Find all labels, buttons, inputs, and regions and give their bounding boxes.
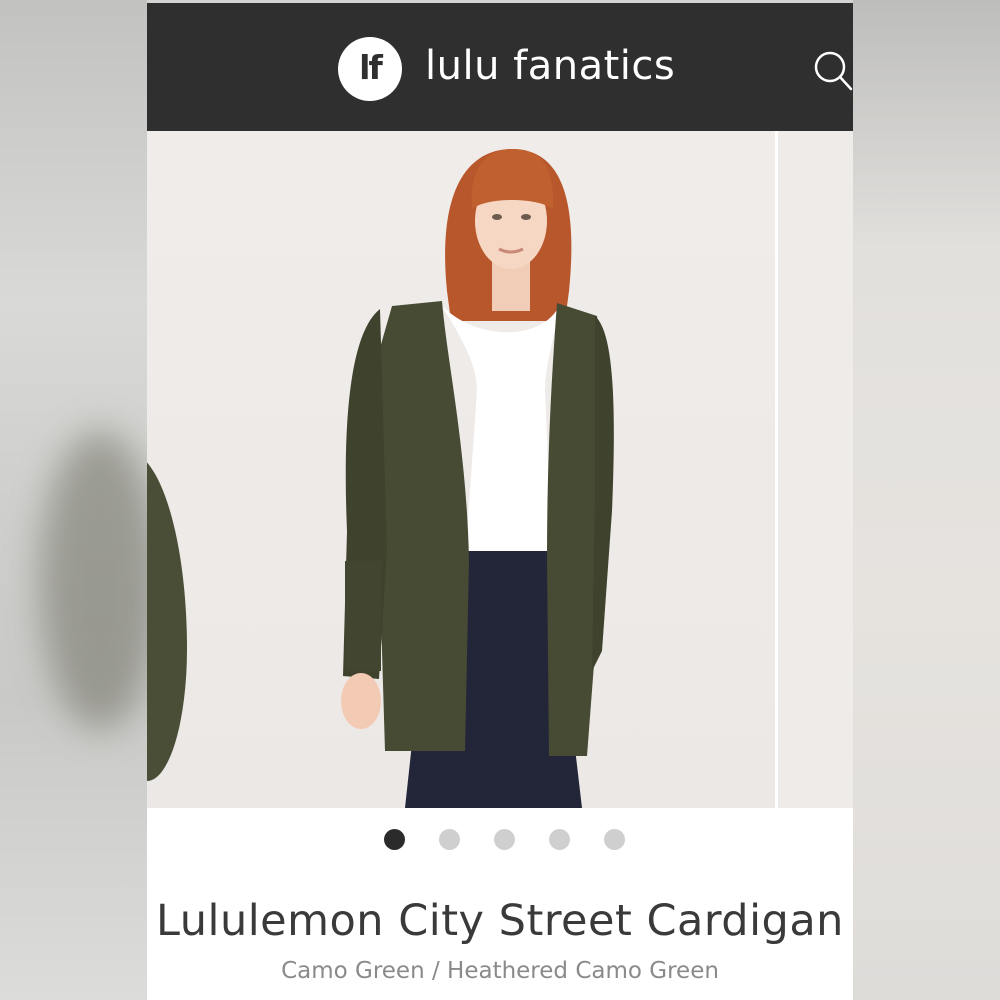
product-image[interactable] xyxy=(147,131,775,808)
blurred-background-right xyxy=(853,0,1000,1000)
blurred-background-left xyxy=(0,0,160,1000)
carousel-dot-2[interactable] xyxy=(438,829,460,850)
product-color: Camo Green / Heathered Camo Green xyxy=(281,958,719,984)
product-image-carousel[interactable] xyxy=(147,131,853,808)
carousel-dot-1[interactable] xyxy=(383,829,405,850)
carousel-pagination xyxy=(147,829,853,853)
next-slide-peek[interactable] xyxy=(778,131,853,808)
product-title: Lululemon City Street Cardigan xyxy=(156,896,844,946)
logo-mark: lf xyxy=(359,48,383,87)
carousel-dot-3[interactable] xyxy=(493,829,515,850)
app-header: lf lulu fanatics xyxy=(147,3,853,131)
logo[interactable]: lf xyxy=(338,37,402,101)
carousel-dot-4[interactable] xyxy=(548,829,570,850)
search-icon[interactable] xyxy=(813,49,853,93)
carousel-dot-5[interactable] xyxy=(603,829,625,850)
brand-name: lulu fanatics xyxy=(425,43,676,89)
product-page: lf lulu fanatics Lululemon City Street C… xyxy=(147,3,853,1000)
